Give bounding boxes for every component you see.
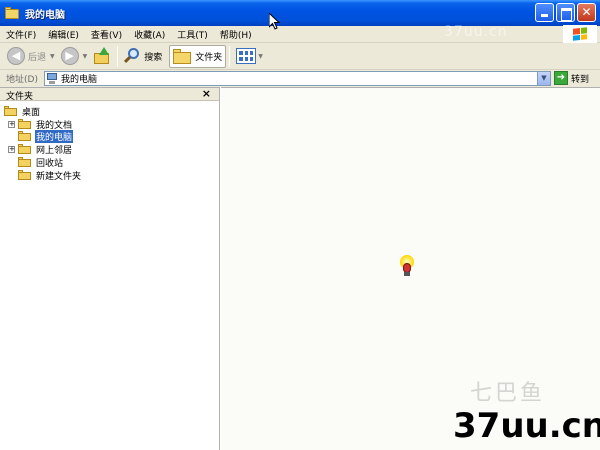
address-input[interactable]: 我的电脑 ▼ <box>44 71 551 86</box>
folder-icon <box>18 131 31 141</box>
menu-file[interactable]: 文件(F) <box>0 28 42 41</box>
tree-item-recycle-bin[interactable]: 回收站 <box>18 156 64 169</box>
expand-icon[interactable]: + <box>8 145 15 153</box>
folders-label: 文件夹 <box>195 52 223 63</box>
mouse-cursor-icon <box>269 13 281 30</box>
folder-icon <box>18 144 31 154</box>
search-label: 搜索 <box>144 52 163 63</box>
watermark-middle: 七巴鱼 <box>470 381 546 406</box>
menu-edit[interactable]: 编辑(E) <box>42 28 85 41</box>
toolbar-separator <box>229 45 231 67</box>
address-value: 我的电脑 <box>61 75 98 85</box>
address-bar: 地址(D) 我的电脑 ▼ ➜ 转到 <box>0 70 600 87</box>
folders-pane-header: 文件夹 × <box>0 87 219 102</box>
tree-item-label: 网上邻居 <box>36 145 73 156</box>
folder-icon <box>5 7 19 19</box>
folders-pane: 文件夹 × 桌面 + 我的文档 我的电脑 + 网上邻居 回收站 新建文件夹 <box>0 87 220 450</box>
title-bar[interactable]: 我的电脑 ✕ <box>0 0 600 26</box>
folder-up-icon <box>93 47 111 65</box>
maximize-icon <box>557 4 574 21</box>
expand-icon[interactable]: + <box>8 120 15 128</box>
views-icon <box>236 48 257 64</box>
go-arrow-icon: ➜ <box>554 71 568 85</box>
tree-item-label: 回收站 <box>36 158 64 169</box>
folder-icon <box>4 106 17 116</box>
back-button[interactable]: ◀ 后退 ▼ <box>4 45 58 68</box>
folder-icon <box>18 170 31 180</box>
window-title: 我的电脑 <box>25 9 65 21</box>
close-button[interactable]: ✕ <box>577 3 596 22</box>
tree-item-desktop[interactable]: 桌面 <box>4 105 41 118</box>
address-label: 地址(D) <box>6 75 38 85</box>
menu-help[interactable]: 帮助(H) <box>214 28 258 41</box>
back-arrow-icon: ◀ <box>7 47 25 65</box>
search-icon <box>124 48 140 64</box>
toolbar-separator <box>117 45 119 67</box>
back-label: 后退 <box>28 52 47 63</box>
tree-item-label: 桌面 <box>22 107 41 118</box>
folders-button[interactable]: 文件夹 <box>169 44 227 68</box>
tree-item-my-computer[interactable]: 我的电脑 <box>18 129 74 143</box>
watermark-brand: 37uu.cn <box>453 406 600 446</box>
minimize-button[interactable] <box>535 3 554 22</box>
minimize-icon <box>536 4 553 21</box>
tree-item-new-folder[interactable]: 新建文件夹 <box>18 169 82 182</box>
views-button[interactable]: ▼ <box>233 45 266 68</box>
tree-item-label: 我的电脑 <box>35 129 74 143</box>
watermark-top: 37uu.cn <box>444 24 508 40</box>
tree-item-label: 新建文件夹 <box>36 171 82 182</box>
close-icon: ✕ <box>581 5 592 19</box>
tree-item-network-places[interactable]: + 网上邻居 <box>8 143 73 156</box>
folder-icon <box>173 48 192 64</box>
search-button[interactable]: 搜索 <box>121 45 165 68</box>
maximize-button[interactable] <box>556 3 575 22</box>
menu-tools[interactable]: 工具(T) <box>171 28 214 41</box>
menu-favorites[interactable]: 收藏(A) <box>128 28 171 41</box>
folder-icon <box>18 119 31 129</box>
forward-button[interactable]: ▶ ▼ <box>58 45 91 68</box>
up-button[interactable] <box>90 45 114 68</box>
close-pane-icon[interactable]: × <box>202 87 211 100</box>
forward-dropdown-icon[interactable]: ▼ <box>83 53 88 60</box>
windows-flag-icon <box>573 27 587 41</box>
menu-bar: 文件(F) 编辑(E) 查看(V) 收藏(A) 工具(T) 帮助(H) <box>0 25 600 43</box>
back-dropdown-icon[interactable]: ▼ <box>50 53 55 60</box>
computer-icon <box>47 73 57 84</box>
folders-pane-title: 文件夹 <box>6 92 34 102</box>
menu-view[interactable]: 查看(V) <box>85 28 128 41</box>
views-dropdown-icon[interactable]: ▼ <box>258 53 263 60</box>
address-dropdown-icon[interactable]: ▼ <box>537 72 550 85</box>
lightbulb-icon <box>399 255 415 277</box>
go-button[interactable]: ➜ 转到 <box>554 71 589 85</box>
tree-item-my-documents[interactable]: + 我的文档 <box>8 118 73 131</box>
go-label: 转到 <box>571 74 590 85</box>
toolbar: ◀ 后退 ▼ ▶ ▼ 搜索 文件夹 ▼ <box>0 43 600 70</box>
forward-arrow-icon: ▶ <box>60 47 79 65</box>
windows-logo <box>563 25 597 43</box>
folder-icon <box>18 157 31 167</box>
